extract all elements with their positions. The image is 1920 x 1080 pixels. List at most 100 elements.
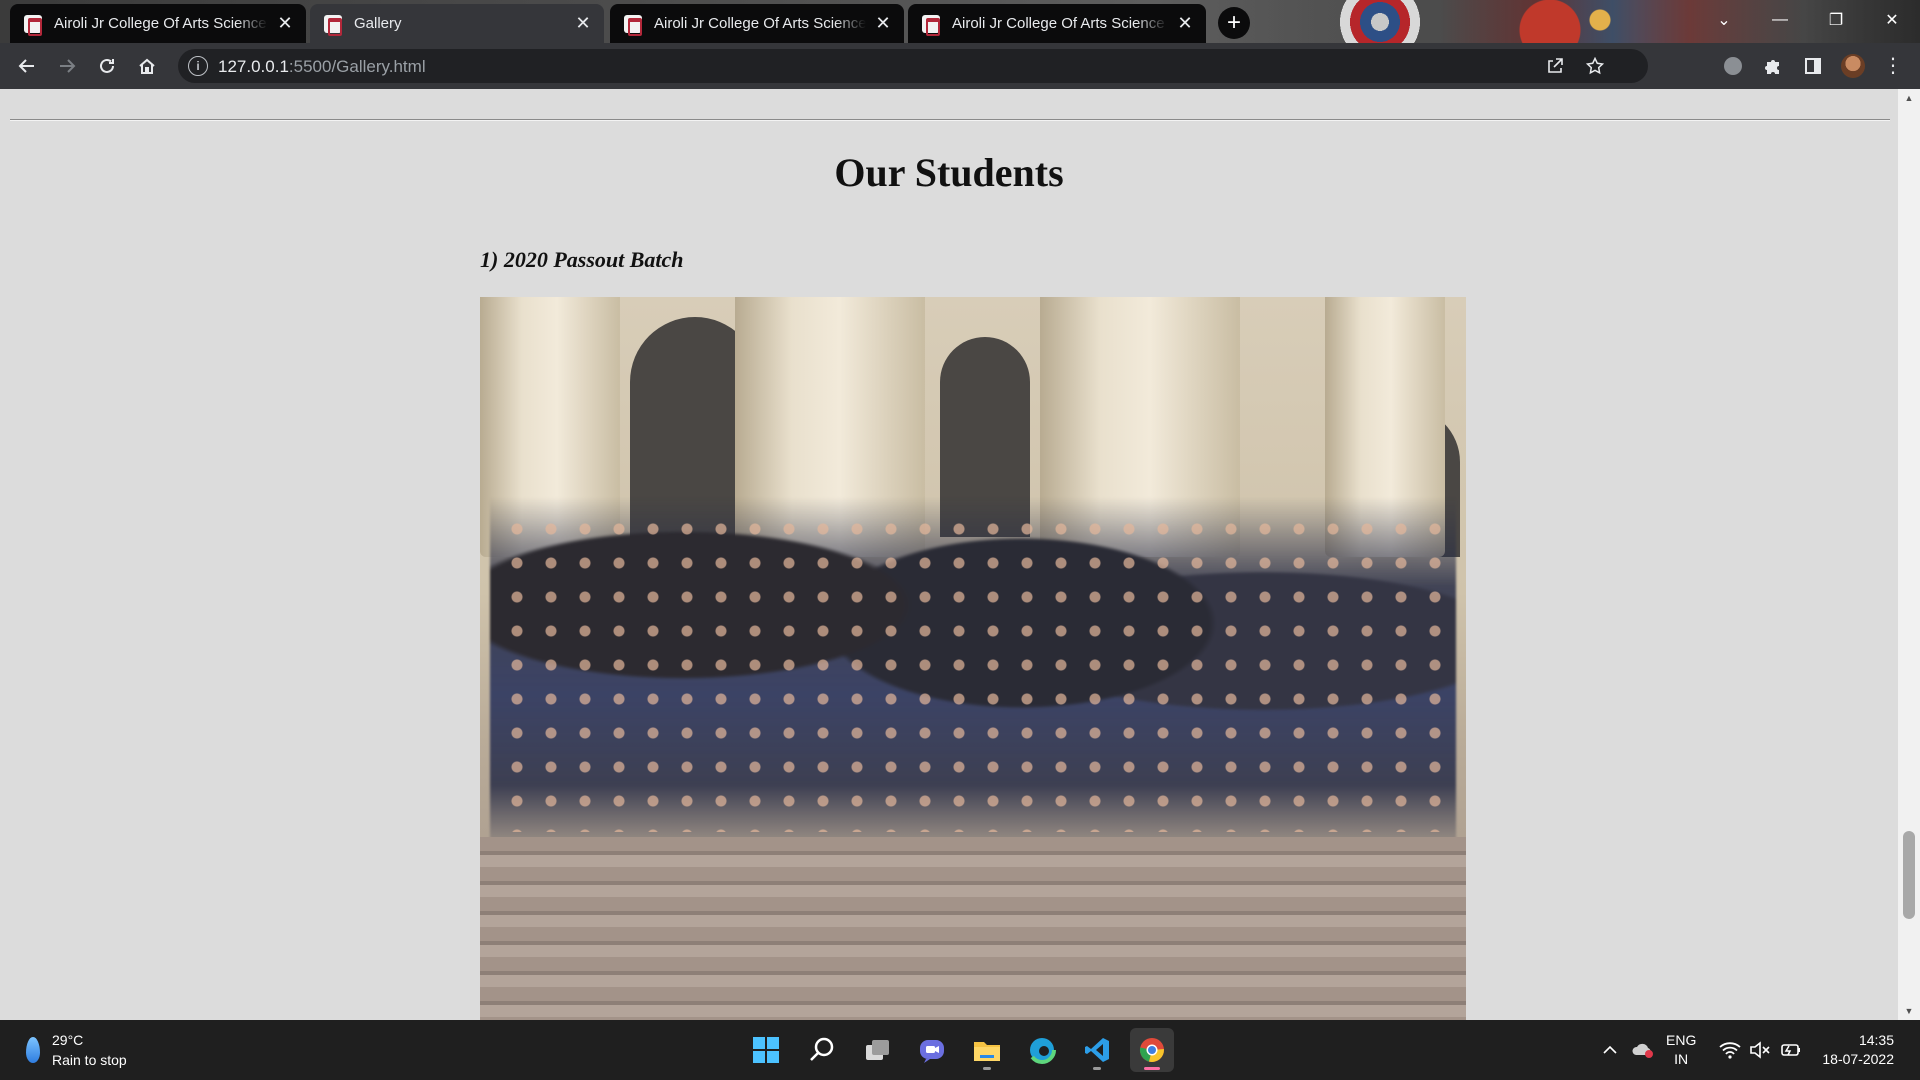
profile-avatar: [1841, 54, 1865, 78]
home-icon: [139, 58, 155, 74]
scroll-down-icon[interactable]: ▼: [1898, 1002, 1920, 1020]
address-bar[interactable]: i 127.0.0.1:5500/Gallery.html: [178, 49, 1648, 83]
chat-icon: [920, 1040, 944, 1063]
close-tab-icon[interactable]: ✕: [274, 13, 296, 35]
edge-button[interactable]: [1020, 1028, 1064, 1072]
home-button[interactable]: [132, 51, 162, 81]
puzzle-icon: [1765, 60, 1779, 74]
chevron-up-icon: [1603, 1045, 1617, 1054]
tab-title: Airoli Jr College Of Arts Science /: [654, 15, 866, 32]
forward-button[interactable]: [52, 51, 82, 81]
running-indicator: [983, 1067, 991, 1070]
vscode-button[interactable]: [1075, 1028, 1119, 1072]
weather-description: Rain to stop: [52, 1052, 127, 1068]
volume-muted-icon: [1750, 1041, 1770, 1059]
taskbar-clock[interactable]: 14:35 18-07-2022: [1822, 1031, 1894, 1069]
task-view-button[interactable]: [855, 1028, 899, 1072]
onedrive-button[interactable]: [1628, 1020, 1658, 1080]
language-indicator[interactable]: ENG IN: [1666, 1031, 1696, 1069]
tab-strip: Airoli Jr College Of Arts Science / ✕ Ga…: [0, 0, 1920, 43]
college-favicon-icon: [324, 14, 342, 36]
tab-search-icon[interactable]: ⌄: [1696, 0, 1752, 40]
battery-button[interactable]: [1776, 1020, 1804, 1080]
close-window-button[interactable]: ✕: [1864, 0, 1920, 40]
bookmark-star-icon: [1586, 57, 1604, 75]
horizontal-rule: [10, 119, 1890, 121]
extension-icon: [1724, 57, 1742, 75]
tab-college-1[interactable]: Airoli Jr College Of Arts Science / ✕: [10, 4, 306, 43]
side-panel-icon: [1805, 58, 1821, 74]
extension-button[interactable]: [1718, 51, 1748, 81]
start-button[interactable]: [744, 1028, 788, 1072]
extensions-menu-button[interactable]: [1758, 51, 1788, 81]
battery-icon: [1781, 1044, 1800, 1056]
share-icon: [1548, 58, 1563, 73]
profile-button[interactable]: [1838, 51, 1868, 81]
bookmark-button[interactable]: [1580, 51, 1610, 81]
onedrive-icon: [1632, 1043, 1653, 1058]
scrollbar-thumb[interactable]: [1903, 831, 1915, 919]
side-panel-button[interactable]: [1798, 51, 1828, 81]
windows-taskbar: 29°C Rain to stop ENG IN 14:35 18-07-202…: [0, 1020, 1920, 1080]
new-tab-button[interactable]: +: [1218, 7, 1250, 39]
close-tab-icon[interactable]: ✕: [872, 13, 894, 35]
vscode-icon: [1085, 1038, 1109, 1062]
college-favicon-icon: [624, 14, 642, 36]
task-view-icon: [866, 1040, 889, 1060]
volume-button[interactable]: [1746, 1020, 1774, 1080]
page-scrollbar[interactable]: ▲ ▼: [1898, 89, 1920, 1020]
college-favicon-icon: [24, 14, 42, 36]
language-code: ENG: [1666, 1032, 1697, 1048]
url-text: 127.0.0.1:5500/Gallery.html: [218, 57, 426, 77]
batch-group-photo: [480, 297, 1466, 1020]
network-button[interactable]: [1716, 1020, 1744, 1080]
site-info-icon[interactable]: i: [188, 56, 208, 76]
running-indicator: [1144, 1067, 1160, 1070]
page-title: Our Students: [834, 150, 1064, 195]
tab-gallery[interactable]: Gallery ✕: [310, 4, 604, 43]
reload-icon: [100, 58, 114, 73]
url-path: :5500/Gallery.html: [288, 57, 426, 76]
clock-time: 14:35: [1858, 1032, 1894, 1048]
back-icon: [18, 59, 34, 73]
forward-icon: [60, 59, 76, 73]
weather-widget[interactable]: 29°C Rain to stop: [26, 1030, 127, 1070]
menu-button[interactable]: ⋮: [1878, 51, 1908, 81]
browser-toolbar: i 127.0.0.1:5500/Gallery.html ⋮: [0, 43, 1920, 89]
running-indicator: [1093, 1067, 1101, 1070]
page-viewport: Our Students 1) 2020 Passout Batch ▲ ▼: [0, 89, 1920, 1020]
region-code: IN: [1674, 1051, 1689, 1067]
tab-title: Airoli Jr College Of Arts Science /: [54, 15, 268, 32]
college-favicon-icon: [922, 14, 940, 36]
tab-college-3[interactable]: Airoli Jr College Of Arts Science / ✕: [908, 4, 1206, 43]
taskbar-search-button[interactable]: [800, 1028, 844, 1072]
file-explorer-button[interactable]: [965, 1028, 1009, 1072]
close-tab-icon[interactable]: ✕: [1174, 13, 1196, 35]
show-hidden-icons-button[interactable]: [1598, 1020, 1622, 1080]
url-host: 127.0.0.1: [218, 57, 289, 76]
chrome-icon: [1139, 1038, 1164, 1062]
back-button[interactable]: [12, 51, 42, 81]
photo-steps: [480, 837, 1466, 1020]
reload-button[interactable]: [92, 51, 122, 81]
close-tab-icon[interactable]: ✕: [572, 13, 594, 35]
chrome-button[interactable]: [1130, 1028, 1174, 1072]
chat-button[interactable]: [910, 1028, 954, 1072]
file-explorer-icon: [974, 1042, 1000, 1061]
search-icon: [810, 1037, 834, 1061]
share-button[interactable]: [1540, 51, 1570, 81]
rain-icon: [26, 1037, 40, 1063]
edge-icon: [1028, 1036, 1056, 1064]
tab-title: Gallery: [354, 15, 402, 32]
scroll-up-icon[interactable]: ▲: [1898, 89, 1920, 107]
minimize-button[interactable]: —: [1752, 0, 1808, 40]
wifi-icon: [1719, 1042, 1741, 1059]
tab-college-2[interactable]: Airoli Jr College Of Arts Science / ✕: [610, 4, 904, 43]
tab-title: Airoli Jr College Of Arts Science /: [952, 15, 1168, 32]
restore-button[interactable]: ❐: [1808, 0, 1864, 40]
menu-icon: ⋮: [1883, 55, 1903, 77]
batch-heading: 1) 2020 Passout Batch: [480, 247, 684, 272]
weather-temperature: 29°C: [52, 1032, 84, 1048]
clock-date: 18-07-2022: [1822, 1051, 1894, 1067]
windows-start-icon: [753, 1037, 779, 1063]
